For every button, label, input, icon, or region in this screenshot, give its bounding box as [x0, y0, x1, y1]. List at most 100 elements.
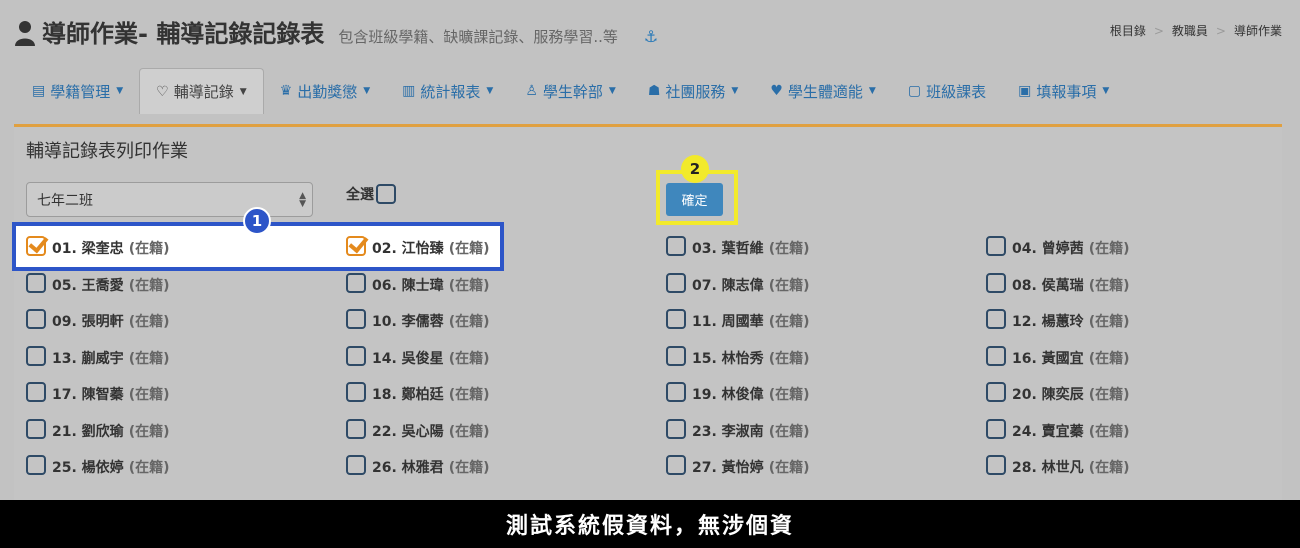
- title-group: 導師作業- 輔導記錄記錄表 包含班級學籍、缺曠課記錄、服務學習..等 ⚓: [14, 14, 658, 49]
- student-status: (在籍): [768, 460, 810, 476]
- caret-down-icon: ▼: [868, 86, 876, 96]
- nav-item-4[interactable]: ♙ 學生幹部 ▼: [509, 68, 632, 114]
- breadcrumb-staff[interactable]: 教職員: [1172, 22, 1208, 39]
- footer-banner: 測試系統假資料，無涉個資: [0, 500, 1300, 548]
- student-name: 26. 林雅君: [372, 460, 444, 476]
- student-checkbox[interactable]: [986, 382, 1006, 402]
- student-checkbox[interactable]: [986, 346, 1006, 366]
- student-name: 09. 張明軒: [52, 314, 124, 330]
- student-name: 19. 林俊偉: [692, 387, 764, 403]
- student-item: 10. 李儒蓉 (在籍): [346, 307, 489, 331]
- student-name: 23. 李淑南: [692, 424, 764, 440]
- student-checkbox[interactable]: [346, 382, 366, 402]
- confirm-button[interactable]: 確定: [666, 183, 723, 216]
- student-checkbox[interactable]: [666, 419, 686, 439]
- student-item: 06. 陳士瑋 (在籍): [346, 271, 489, 295]
- note-icon: ▢: [907, 83, 922, 99]
- student-checkbox[interactable]: [26, 419, 46, 439]
- student-checkbox[interactable]: [666, 236, 686, 256]
- student-item: 24. 賣宜蓁 (在籍): [986, 417, 1129, 441]
- student-status: (在籍): [128, 460, 170, 476]
- student-item: 03. 葉哲維 (在籍): [666, 234, 809, 258]
- student-checkbox[interactable]: [346, 455, 366, 475]
- student-checkbox[interactable]: [346, 273, 366, 293]
- nav-item-5[interactable]: ☗ 社團服務 ▼: [632, 68, 755, 114]
- nav-item-2[interactable]: ♛ 出勤獎懲 ▼: [264, 68, 387, 114]
- nav-item-label: 填報事項: [1036, 82, 1097, 101]
- student-checkbox[interactable]: [26, 455, 46, 475]
- select-all-label: 全選: [346, 187, 374, 203]
- form-icon: ▣: [1018, 83, 1032, 99]
- breadcrumb: 根目錄 > 教職員 > 導師作業: [1110, 22, 1282, 39]
- student-checkbox[interactable]: [346, 346, 366, 366]
- student-item: 26. 林雅君 (在籍): [346, 453, 489, 477]
- student-status: (在籍): [448, 351, 490, 367]
- student-checkbox[interactable]: [346, 236, 366, 256]
- student-checkbox[interactable]: [986, 309, 1006, 329]
- student-checkbox[interactable]: [26, 382, 46, 402]
- student-status: (在籍): [768, 387, 810, 403]
- nav-item-1[interactable]: ♡ 輔導記錄 ▼: [139, 68, 264, 114]
- select-all-group: 全選: [346, 184, 396, 204]
- nav-item-6[interactable]: ♥ 學生體適能 ▼: [754, 68, 892, 114]
- student-checkbox[interactable]: [986, 236, 1006, 256]
- caret-down-icon: ▼: [486, 86, 494, 96]
- student-name: 04. 曾婷茜: [1012, 241, 1084, 257]
- student-checkbox[interactable]: [26, 236, 46, 256]
- student-name: 17. 陳智蓁: [52, 387, 124, 403]
- student-item: 15. 林怡秀 (在籍): [666, 344, 809, 368]
- student-status: (在籍): [1088, 241, 1130, 257]
- student-checkbox[interactable]: [986, 419, 1006, 439]
- student-checkbox[interactable]: [986, 273, 1006, 293]
- select-arrows-icon: ▲ ▼: [299, 191, 306, 209]
- student-status: (在籍): [768, 351, 810, 367]
- student-checkbox[interactable]: [666, 382, 686, 402]
- nav-item-label: 輔導記錄: [173, 83, 234, 101]
- student-checkbox[interactable]: [26, 346, 46, 366]
- student-name: 25. 楊依婷: [52, 460, 124, 476]
- student-name: 12. 楊蕙玲: [1012, 314, 1084, 330]
- student-checkbox[interactable]: [666, 273, 686, 293]
- student-name: 21. 劉欣瑜: [52, 424, 124, 440]
- student-status: (在籍): [1088, 387, 1130, 403]
- student-checkbox[interactable]: [666, 309, 686, 329]
- student-status: (在籍): [1088, 278, 1130, 294]
- student-status: (在籍): [1088, 424, 1130, 440]
- student-checkbox[interactable]: [666, 346, 686, 366]
- student-status: (在籍): [768, 241, 810, 257]
- student-status: (在籍): [448, 460, 490, 476]
- class-select[interactable]: 七年二班 ▲ ▼: [26, 182, 313, 217]
- user-icon: [14, 20, 36, 46]
- main-nav: ▤ 學籍管理 ▼ ♡ 輔導記錄 ▼ ♛ 出勤獎懲 ▼ ▥ 統計報表 ▼ ♙ 學生幹部 ▼ ☗ 社團服務 ▼ ♥ 學生體…: [16, 68, 1284, 115]
- student-name: 11. 周國華: [692, 314, 764, 330]
- nav-item-label: 出勤獎懲: [297, 82, 358, 101]
- student-status: (在籍): [448, 278, 490, 294]
- nav-item-8[interactable]: ▣ 填報事項 ▼: [1002, 68, 1125, 114]
- student-checkbox[interactable]: [346, 419, 366, 439]
- panel-title: 輔導記錄表列印作業: [26, 141, 188, 162]
- student-item: 04. 曾婷茜 (在籍): [986, 234, 1129, 258]
- student-item: 07. 陳志偉 (在籍): [666, 271, 809, 295]
- nav-item-0[interactable]: ▤ 學籍管理 ▼: [16, 68, 139, 114]
- student-name: 22. 吳心陽: [372, 424, 444, 440]
- student-name: 15. 林怡秀: [692, 351, 764, 367]
- student-checkbox[interactable]: [666, 455, 686, 475]
- student-checkbox[interactable]: [346, 309, 366, 329]
- student-name: 18. 鄭柏廷: [372, 387, 444, 403]
- student-name: 10. 李儒蓉: [372, 314, 444, 330]
- student-item: 11. 周國華 (在籍): [666, 307, 809, 331]
- student-checkbox[interactable]: [26, 309, 46, 329]
- student-checkbox[interactable]: [26, 273, 46, 293]
- student-name: 13. 蒯威宇: [52, 351, 124, 367]
- nav-item-7[interactable]: ▢ 班級課表: [892, 68, 1002, 114]
- nav-item-3[interactable]: ▥ 統計報表 ▼: [386, 68, 509, 114]
- nav-item-label: 班級課表: [926, 82, 987, 101]
- select-all-checkbox[interactable]: [376, 184, 396, 204]
- student-name: 08. 侯萬瑞: [1012, 278, 1084, 294]
- student-status: (在籍): [1088, 314, 1130, 330]
- nav-item-label: 統計報表: [420, 82, 481, 101]
- student-checkbox[interactable]: [986, 455, 1006, 475]
- anchor-icon[interactable]: ⚓: [644, 27, 658, 46]
- id-card-icon: ▤: [32, 83, 46, 99]
- breadcrumb-root[interactable]: 根目錄: [1110, 22, 1146, 39]
